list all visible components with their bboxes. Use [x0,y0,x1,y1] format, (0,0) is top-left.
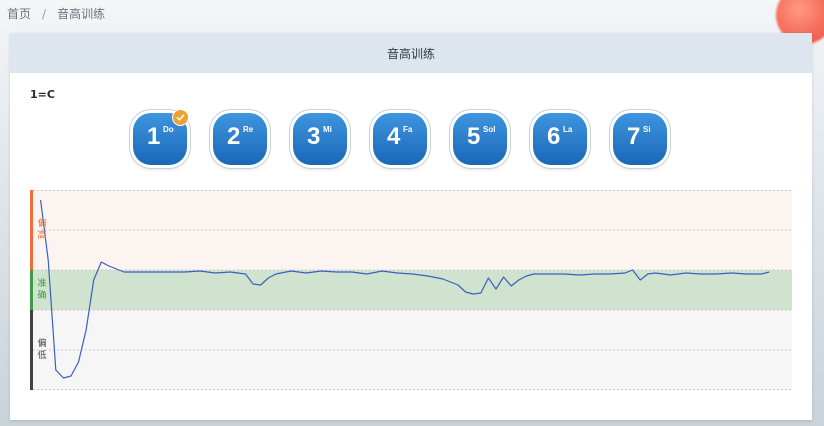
note-button-sol[interactable]: 5 Sol [453,113,507,165]
note-solfege: La [563,125,573,134]
key-signature: 1=C [30,88,55,101]
panel-header: 音高训练 [10,33,812,73]
note-number: 5 [467,123,481,150]
note-button-do[interactable]: 1 Do [133,109,189,165]
check-icon [172,109,189,126]
training-panel: 音高训练 1=C 1 Do 2 Re 3 Mi 4 Fa 5 Sol 6 La [10,33,812,420]
page-title: 音高训练 [386,46,435,61]
band-bar-low [30,310,33,390]
band-bar-high [30,190,33,270]
breadcrumb-current: 音高训练 [57,7,106,21]
note-solfege: Fa [403,125,413,134]
note-button-la[interactable]: 6 La [533,113,587,165]
note-number: 2 [227,123,241,150]
note-number: 7 [627,123,641,150]
note-number: 1 [147,123,161,150]
note-number: 6 [547,123,561,150]
note-button-row: 1 Do 2 Re 3 Mi 4 Fa 5 Sol 6 La 7 Si [10,109,812,169]
pitch-chart: 偏高 准确 偏低 [30,190,792,390]
note-solfege: Mi [323,125,332,134]
note-button-mi[interactable]: 3 Mi [293,113,347,165]
note-solfege: Re [243,125,254,134]
band-label-accurate: 准确 [37,279,47,301]
note-number: 3 [307,123,321,150]
breadcrumb-home[interactable]: 首页 [7,5,31,22]
note-solfege: Do [163,125,174,134]
breadcrumb-separator: / [42,7,47,21]
note-solfege: Sol [483,125,496,134]
note-solfege: Si [643,125,651,134]
band-accurate [33,270,792,310]
band-bar-accurate [30,270,33,310]
band-label-low: 偏低 [37,339,47,361]
note-number: 4 [387,123,401,150]
pitch-chart-canvas [30,190,792,390]
breadcrumb: 首页 / 音高训练 [7,5,105,22]
note-button-fa[interactable]: 4 Fa [373,113,427,165]
note-button-re[interactable]: 2 Re [213,113,267,165]
note-button-si[interactable]: 7 Si [613,113,667,165]
band-label-high: 偏高 [37,219,47,241]
